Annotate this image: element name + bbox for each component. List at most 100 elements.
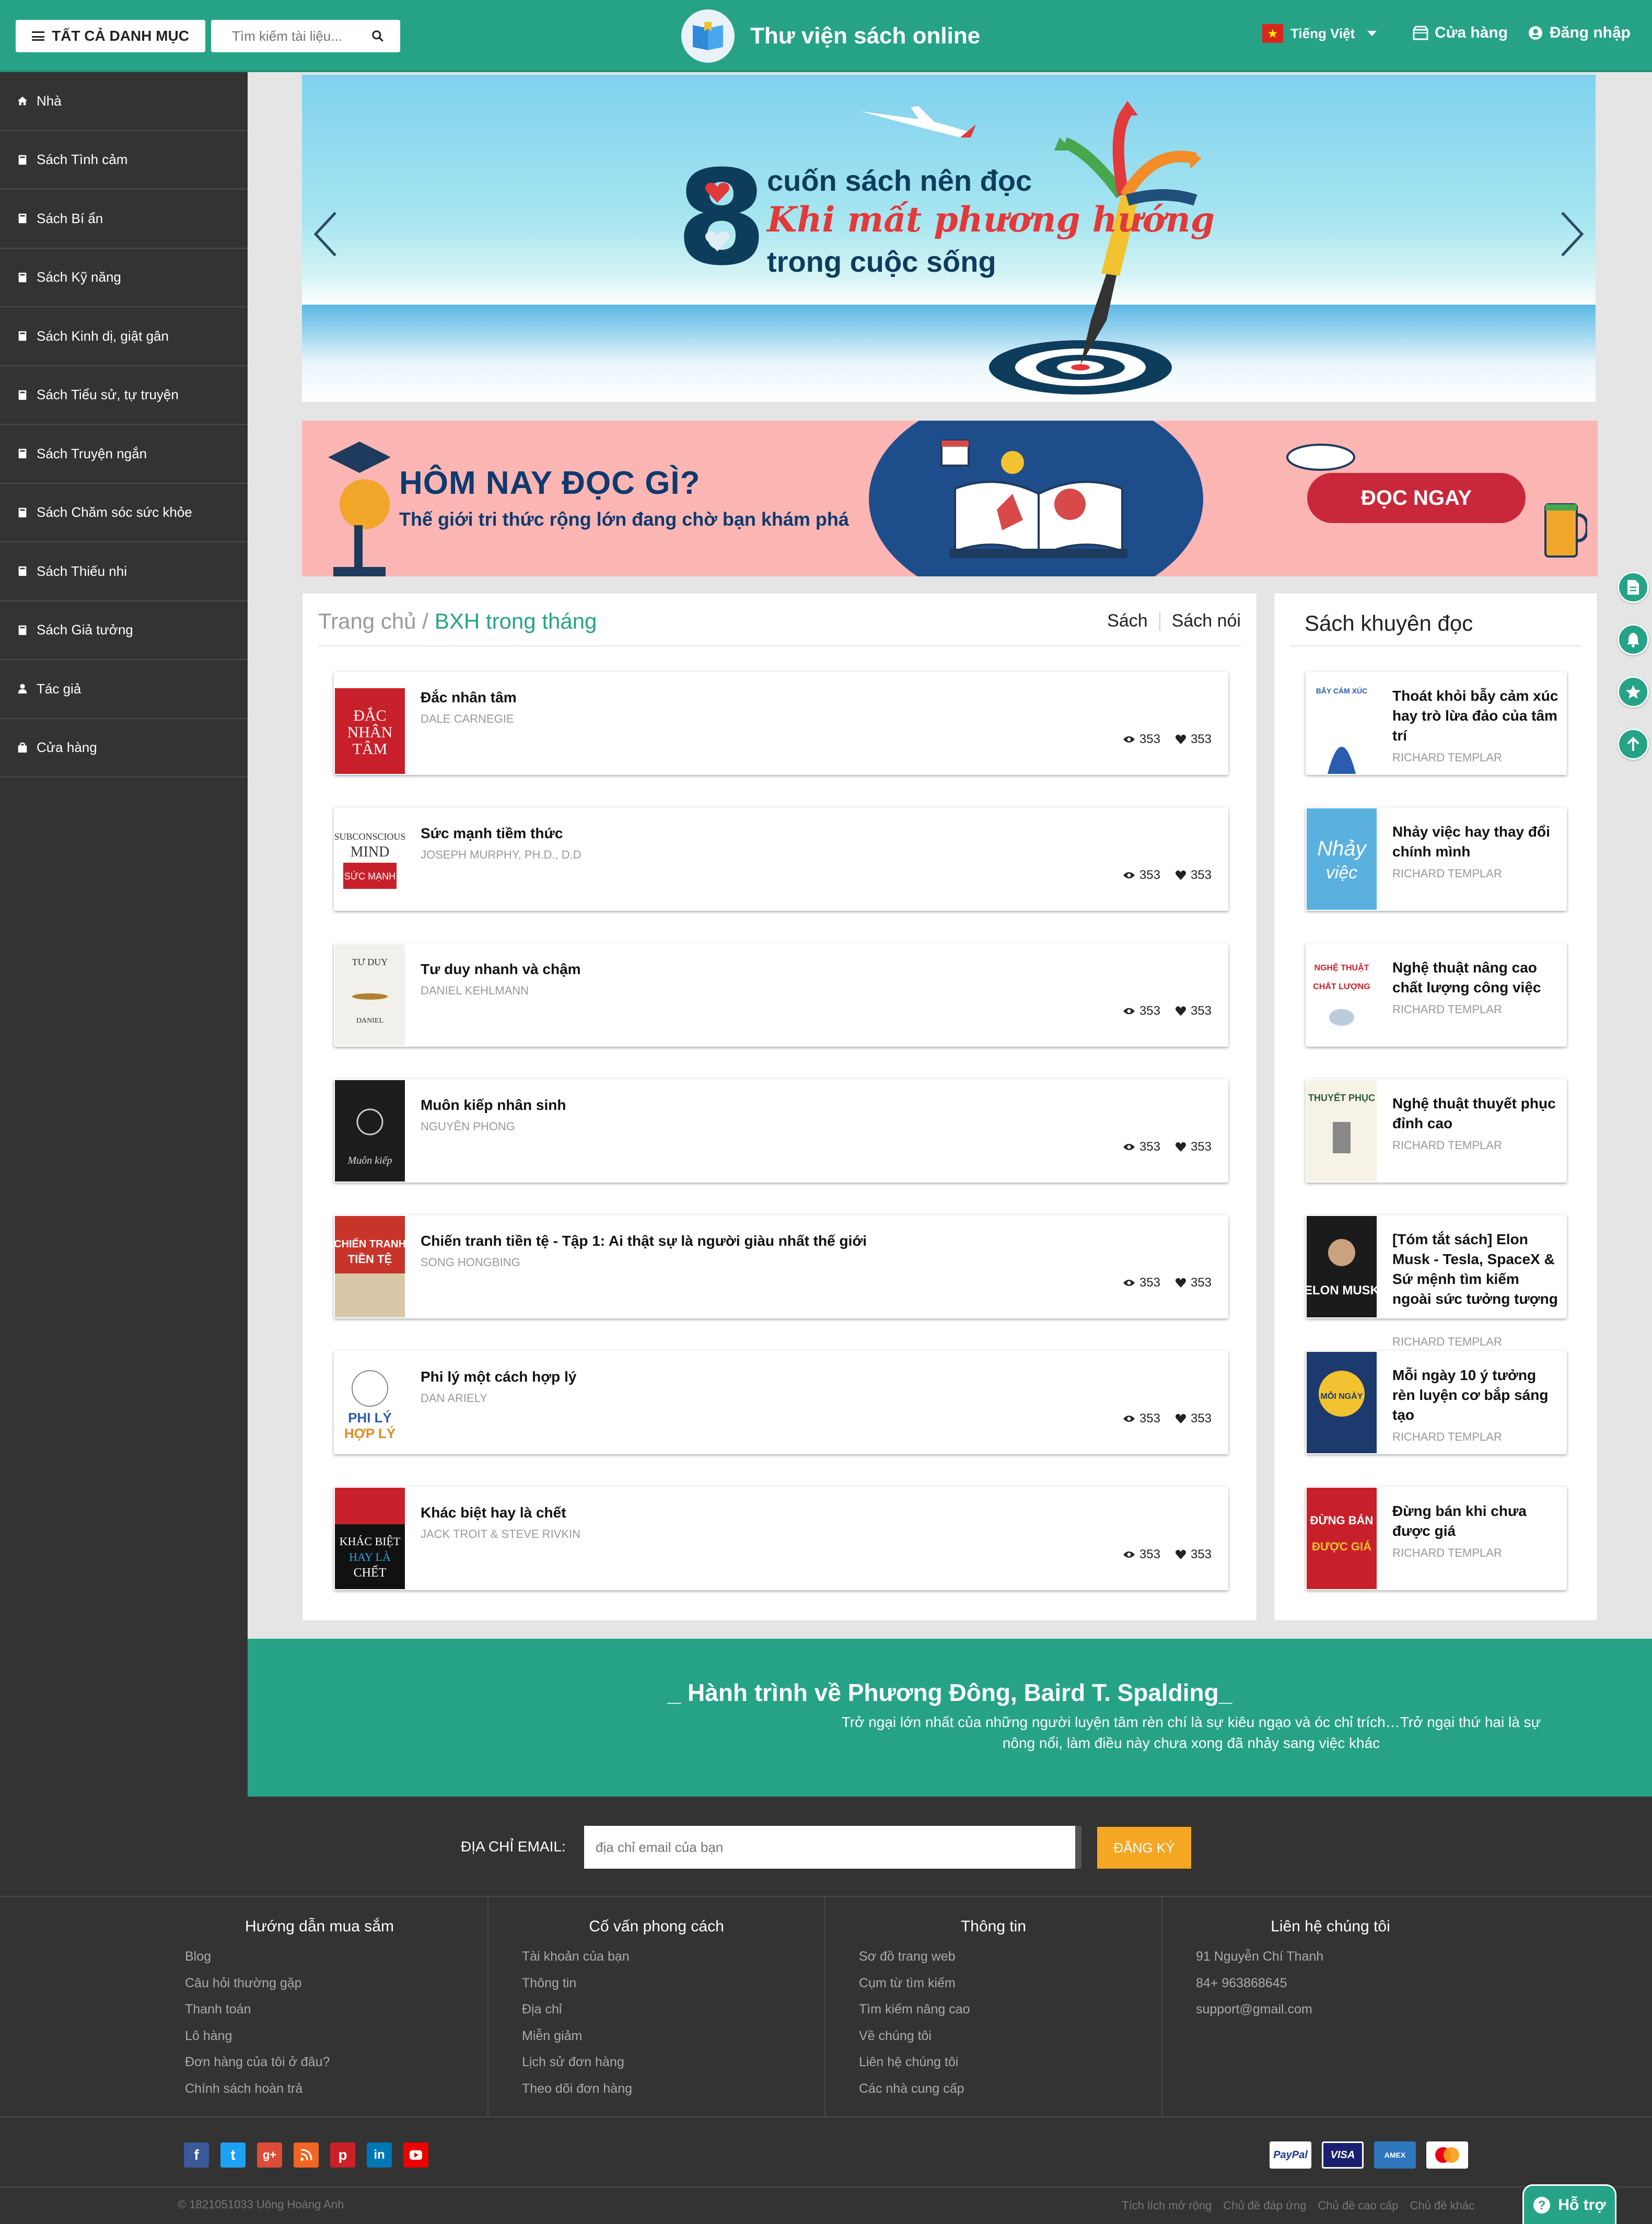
book-title[interactable]: Đắc nhân tâm [421,689,517,706]
sidebar-item-horror[interactable]: Sách Kinh dị, giật gân [0,307,248,366]
book-title[interactable]: Sức mạnh tiềm thức [421,825,563,842]
book-title[interactable]: Khác biệt hay là chết [421,1504,566,1521]
footer-link[interactable]: Thông tin [522,1976,824,2002]
slider-next-arrow-icon[interactable] [1559,211,1585,258]
pinterest-icon[interactable]: p [330,2142,355,2168]
favorite-float-button[interactable] [1618,676,1649,708]
read-now-button[interactable]: ĐỌC NGAY [1307,473,1526,523]
facebook-icon[interactable]: f [184,2142,209,2168]
sidebar-item-skills[interactable]: Sách Kỹ năng [0,249,248,307]
footer-link[interactable]: Tài khoản của bạn [522,1949,824,1976]
contact-email[interactable]: support@gmail.com [1196,2002,1498,2029]
book-card[interactable]: PHI LÝ HỢP LÝ Phi lý một cách hợp lý DAN … [334,1351,1228,1454]
book-title[interactable]: Nhảy việc hay thay đổi chính mình [1392,822,1560,862]
subscribe-button[interactable]: ĐĂNG KÝ [1097,1827,1191,1869]
site-logo[interactable] [681,9,735,63]
promo-banner[interactable]: HÔM NAY ĐỌC GÌ? Thế giới tri thức rộng l… [302,421,1598,576]
recommended-book-card[interactable]: MỖI NGÀY Mỗi ngày 10 ý tưởng rèn luyện c… [1306,1351,1567,1454]
footer-link[interactable]: Sơ đồ trang web [859,1949,1161,1976]
tab-audiobooks[interactable]: Sách nói [1172,611,1241,631]
all-categories-button[interactable]: TẤT CẢ DANH MỤC [16,20,205,52]
sidebar-item-home[interactable]: Nhà [0,72,248,131]
heart-icon[interactable] [1175,1006,1186,1016]
language-selector[interactable]: ★ Tiếng Việt [1262,24,1377,43]
recommended-book-card[interactable]: BẪY CẢM XÚC Thoát khỏi bẫy cảm xúc hay t… [1306,671,1567,775]
footer-link[interactable]: Thanh toán [185,2002,487,2029]
heart-icon[interactable] [1175,1414,1186,1424]
search-input[interactable] [232,28,357,44]
footer-link[interactable]: Liên hệ chúng tôi [859,2055,1161,2081]
sidebar-item-authors[interactable]: Tác giả [0,660,248,719]
youtube-icon[interactable] [403,2142,428,2168]
book-title[interactable]: Tư duy nhanh và chậm [421,961,581,978]
document-float-button[interactable] [1618,572,1649,603]
footer-link[interactable]: Câu hỏi thường gặp [185,1976,487,2002]
recommended-book-card[interactable]: THUYẾT PHỤC Nghệ thuật thuyết phục đỉnh … [1306,1079,1567,1183]
sidebar-item-store[interactable]: Cửa hàng [0,719,248,778]
footer-bottom-link[interactable]: Chủ đề khác [1410,2199,1474,2213]
scroll-top-float-button[interactable] [1618,728,1649,760]
linkedin-icon[interactable]: in [367,2142,392,2168]
sidebar-item-fantasy[interactable]: Sách Giả tưởng [0,601,248,660]
footer-link[interactable]: Về chúng tôi [859,2029,1161,2055]
footer-bottom-link[interactable]: Chủ đề cao cấp [1318,2199,1398,2213]
sidebar-item-children[interactable]: Sách Thiếu nhi [0,542,248,601]
site-title[interactable]: Thư viện sách online [750,23,980,49]
book-title[interactable]: Thoát khỏi bẫy cảm xúc hay trò lừa đảo c… [1392,686,1560,746]
recommended-book-card[interactable]: ELON MUSK [Tóm tắt sách] Elon Musk - Tes… [1306,1215,1567,1348]
book-card[interactable]: ĐẮC NHÂN TÂM Đắc nhân tâm DALE CARNEGIE 35… [334,671,1228,775]
sidebar-item-health[interactable]: Sách Chăm sóc sức khỏe [0,484,248,542]
book-title[interactable]: Nghệ thuật nâng cao chất lượng công việc [1392,958,1560,998]
book-title[interactable]: Nghệ thuật thuyết phục đỉnh cao [1392,1094,1560,1133]
sidebar-item-mystery[interactable]: Sách Bí ẩn [0,190,248,249]
twitter-icon[interactable]: t [220,2142,246,2168]
book-title[interactable]: Mỗi ngày 10 ý tưởng rèn luyện cơ bắp sán… [1392,1365,1560,1425]
help-button[interactable]: ? Hỗ trợ [1522,2184,1616,2224]
slider-prev-arrow-icon[interactable] [312,211,339,258]
footer-link[interactable]: Tìm kiếm nâng cao [859,2002,1161,2029]
heart-icon[interactable] [1175,1278,1186,1288]
sidebar-item-romance[interactable]: Sách Tình cảm [0,131,248,190]
footer-link[interactable]: Địa chỉ [522,2002,824,2029]
notification-float-button[interactable] [1618,624,1649,655]
footer-link[interactable]: Theo dõi đơn hàng [522,2081,824,2108]
store-link[interactable]: Cửa hàng [1413,24,1508,42]
footer-link[interactable]: Miễn giảm [522,2029,824,2055]
heart-icon[interactable] [1175,1142,1186,1152]
book-title[interactable]: Muôn kiếp nhân sinh [421,1097,566,1114]
login-link[interactable]: Đăng nhập [1528,24,1631,42]
heart-icon[interactable] [1175,1549,1186,1560]
sidebar-item-short-stories[interactable]: Sách Truyện ngắn [0,425,248,484]
footer-link[interactable]: Chính sách hoàn trả [185,2081,487,2108]
book-title[interactable]: Phi lý một cách hợp lý [421,1369,576,1385]
footer-bottom-link[interactable]: Chủ đề đáp ứng [1223,2199,1306,2213]
footer-link[interactable]: Cụm từ tìm kiếm [859,1976,1161,2002]
footer-bottom-link[interactable]: Tích lích mở rộng [1122,2199,1212,2213]
rss-icon[interactable] [294,2142,319,2168]
footer-link[interactable]: Lô hàng [185,2029,487,2055]
newsletter-email-input[interactable] [584,1826,1081,1869]
footer-link[interactable]: Các nhà cung cấp [859,2081,1161,2108]
breadcrumb-home[interactable]: Trang chủ / [318,609,428,634]
tab-books[interactable]: Sách [1107,611,1148,631]
hero-slider[interactable]: 8 cuốn sách nên đọc Khi mất phương hướng… [302,75,1596,402]
footer-link[interactable]: Lịch sử đơn hàng [522,2055,824,2081]
footer-link[interactable]: Blog [185,1949,487,1976]
book-card[interactable]: TƯ DUY DANIEL Tư duy nhanh và chậm DANIEL… [334,943,1228,1047]
recommended-book-card[interactable]: Nhảy việc Nhảy việc hay thay đổi chính mì… [1306,807,1567,911]
recommended-book-card[interactable]: ĐỪNG BÁN ĐƯỢC GIÁ Đừng bán khi chưa được … [1306,1487,1567,1590]
recommended-book-card[interactable]: NGHỆ THUẬT CHẤT LƯỢNG Nghệ thuật nâng cao… [1306,943,1567,1047]
book-card[interactable]: SUBCONSCIOUS MIND SỨC MẠNH Sức mạnh tiềm t… [334,807,1228,911]
footer-link[interactable]: Đơn hàng của tôi ở đâu? [185,2055,487,2081]
search-icon[interactable] [371,29,385,43]
book-card[interactable]: KHÁC BIỆT HAY LÀ CHẾT Khác biệt hay là chế… [334,1487,1228,1590]
book-title[interactable]: [Tóm tắt sách] Elon Musk - Tesla, SpaceX… [1392,1230,1560,1309]
book-card[interactable]: Muôn kiếp Muôn kiếp nhân sinh NGUYÊN PHO… [334,1079,1228,1183]
book-title[interactable]: Đừng bán khi chưa được giá [1392,1501,1560,1541]
sidebar-item-biography[interactable]: Sách Tiểu sử, tự truyện [0,366,248,425]
heart-icon[interactable] [1175,870,1186,881]
book-title[interactable]: Chiến tranh tiền tệ - Tập 1: Ai thật sự … [421,1233,867,1249]
heart-icon[interactable] [1175,734,1186,745]
book-card[interactable]: CHIẾN TRANH TIỀN TỆ Chiến tranh tiền tệ -… [334,1215,1228,1318]
google-plus-icon[interactable]: g+ [257,2142,282,2168]
